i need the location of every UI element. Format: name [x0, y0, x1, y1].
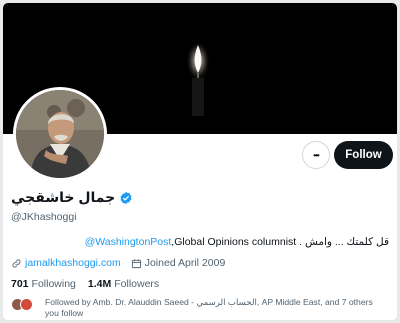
follow-stats: 701 Following 1.4M Followers [11, 278, 159, 290]
joined-date: Joined April 2009 [144, 257, 226, 269]
followers-label: Followers [114, 278, 160, 290]
profile-bio: @WashingtonPostقل كلمتك ... وامش . Globa… [85, 236, 389, 248]
following-stat[interactable]: 701 Following [11, 278, 76, 290]
followers-count: 1.4M [87, 278, 112, 290]
followed-by-avatars [11, 298, 37, 312]
display-name-row: جمال خاشقجي [11, 189, 133, 206]
more-options-button[interactable]: ••• [302, 141, 330, 169]
follower-avatar [20, 298, 33, 311]
followed-by-section[interactable]: Followed by Amb. Dr. Alauddin Saeed - ال… [11, 297, 395, 319]
profile-handle: @JKhashoggi [11, 211, 77, 223]
verified-badge-icon[interactable] [119, 191, 133, 205]
bio-text: قل كلمتك ... وامش . Global Opinions colu… [171, 236, 389, 248]
display-name: جمال خاشقجي [11, 189, 116, 205]
profile-card: ••• Follow جمال خاشقجي @JKhashoggi @Wash… [3, 3, 397, 320]
avatar-photo [16, 90, 104, 178]
followed-by-line: you follow [45, 308, 84, 318]
follow-button[interactable]: Follow [334, 141, 393, 169]
profile-avatar[interactable] [13, 87, 107, 181]
calendar-icon [131, 258, 141, 268]
website-link[interactable]: jamalkhashoggi.com [25, 257, 121, 269]
followed-by-text: Followed by Amb. Dr. Alauddin Saeed - ال… [45, 297, 395, 319]
follow-button-label: Follow [345, 149, 382, 161]
profile-meta-row: jamalkhashoggi.com Joined April 2009 [11, 257, 225, 269]
following-label: Following [31, 278, 76, 290]
link-icon [12, 258, 21, 268]
following-count: 701 [11, 278, 29, 290]
more-icon: ••• [313, 150, 319, 160]
followed-by-line: Followed by Amb. Dr. Alauddin Saeed - ال… [45, 297, 373, 307]
candle-flame-image [186, 41, 210, 116]
followers-stat[interactable]: 1.4M Followers [88, 278, 159, 290]
bio-mention-link[interactable]: @WashingtonPost [85, 236, 172, 248]
